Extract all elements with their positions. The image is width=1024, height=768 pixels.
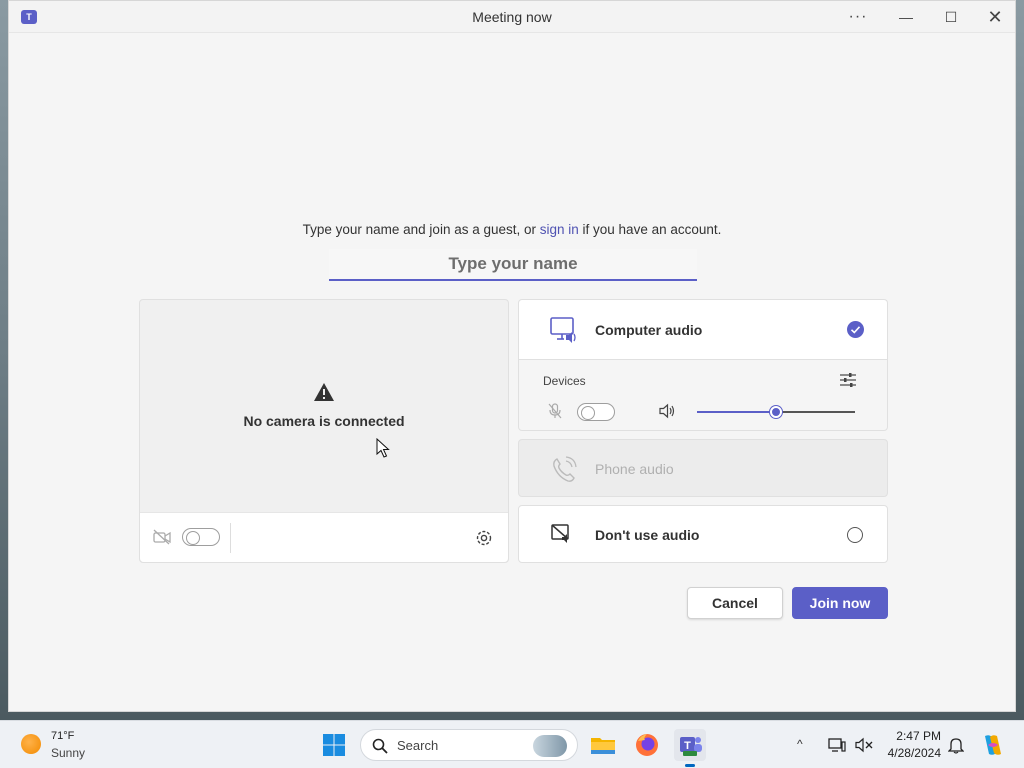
sign-in-link[interactable]: sign in	[540, 222, 579, 237]
no-audio-option[interactable]: Don't use audio	[518, 505, 888, 563]
chevron-up-icon[interactable]: ^	[797, 737, 803, 751]
copilot-icon[interactable]	[980, 732, 1006, 758]
divider	[230, 523, 231, 553]
phone-icon	[553, 456, 577, 482]
mic-toggle[interactable]	[577, 403, 615, 421]
sun-icon[interactable]	[21, 734, 41, 754]
camera-preview: No camera is connected	[139, 299, 509, 563]
more-options-button[interactable]: ···	[835, 1, 881, 33]
no-audio-label: Don't use audio	[595, 527, 700, 543]
gear-icon[interactable]	[474, 528, 494, 548]
device-settings-icon[interactable]	[839, 371, 857, 389]
active-app-indicator	[685, 764, 695, 767]
speaker-icon	[659, 403, 675, 419]
close-button[interactable]: ✕	[972, 1, 1018, 33]
name-input[interactable]	[329, 249, 697, 281]
display-icon[interactable]	[828, 736, 846, 754]
phone-audio-option[interactable]: Phone audio	[518, 439, 888, 497]
join-prompt: Type your name and join as a guest, or s…	[9, 222, 1015, 237]
computer-audio-label: Computer audio	[595, 322, 703, 338]
devices-panel: Devices	[518, 359, 888, 431]
computer-audio-option[interactable]: Computer audio	[518, 299, 888, 359]
search-icon	[372, 738, 388, 754]
mouse-cursor-icon	[376, 438, 390, 458]
no-audio-icon	[551, 524, 569, 543]
teams-taskbar-icon[interactable]: T	[674, 729, 706, 761]
search-highlight-image	[533, 735, 567, 757]
checkmark-icon	[847, 321, 864, 338]
camera-controls	[140, 512, 508, 562]
prompt-text-after: if you have an account.	[578, 222, 722, 237]
devices-label: Devices	[543, 374, 586, 388]
weather-condition[interactable]: Sunny	[51, 746, 85, 760]
file-explorer-icon[interactable]	[587, 729, 619, 761]
computer-audio-icon	[550, 317, 576, 343]
firefox-icon[interactable]	[631, 729, 663, 761]
phone-audio-label: Phone audio	[595, 461, 674, 477]
cancel-button[interactable]: Cancel	[687, 587, 783, 619]
clock-date[interactable]: 4/28/2024	[870, 746, 941, 760]
no-camera-message: No camera is connected	[243, 413, 405, 429]
warning-icon	[314, 383, 334, 401]
notification-bell-icon[interactable]	[948, 736, 964, 754]
minimize-button[interactable]: —	[883, 1, 929, 33]
weather-temperature[interactable]: 71°F	[51, 730, 74, 742]
volume-slider[interactable]	[697, 406, 855, 418]
taskbar-search[interactable]: Search	[360, 729, 578, 761]
taskbar: 71°F Sunny Search T ^ 2:47 PM 4/28/2024	[0, 720, 1024, 768]
volume-fill	[697, 411, 776, 413]
windows-start-icon[interactable]	[322, 733, 346, 757]
search-label: Search	[397, 738, 439, 753]
svg-text:T: T	[684, 740, 691, 752]
no-audio-radio[interactable]	[847, 527, 863, 543]
prompt-text-before: Type your name and join as a guest, or	[302, 222, 540, 237]
clock-time[interactable]: 2:47 PM	[885, 729, 941, 743]
camera-off-icon	[153, 529, 171, 545]
meeting-window: T Meeting now ··· — ☐ ✕ Type your name a…	[8, 0, 1016, 712]
camera-toggle[interactable]	[182, 528, 220, 546]
maximize-button[interactable]: ☐	[928, 1, 974, 33]
join-now-button[interactable]: Join now	[792, 587, 888, 619]
volume-thumb[interactable]	[770, 406, 782, 418]
mic-off-icon	[548, 403, 562, 419]
title-bar: T Meeting now ··· — ☐ ✕	[9, 1, 1015, 33]
